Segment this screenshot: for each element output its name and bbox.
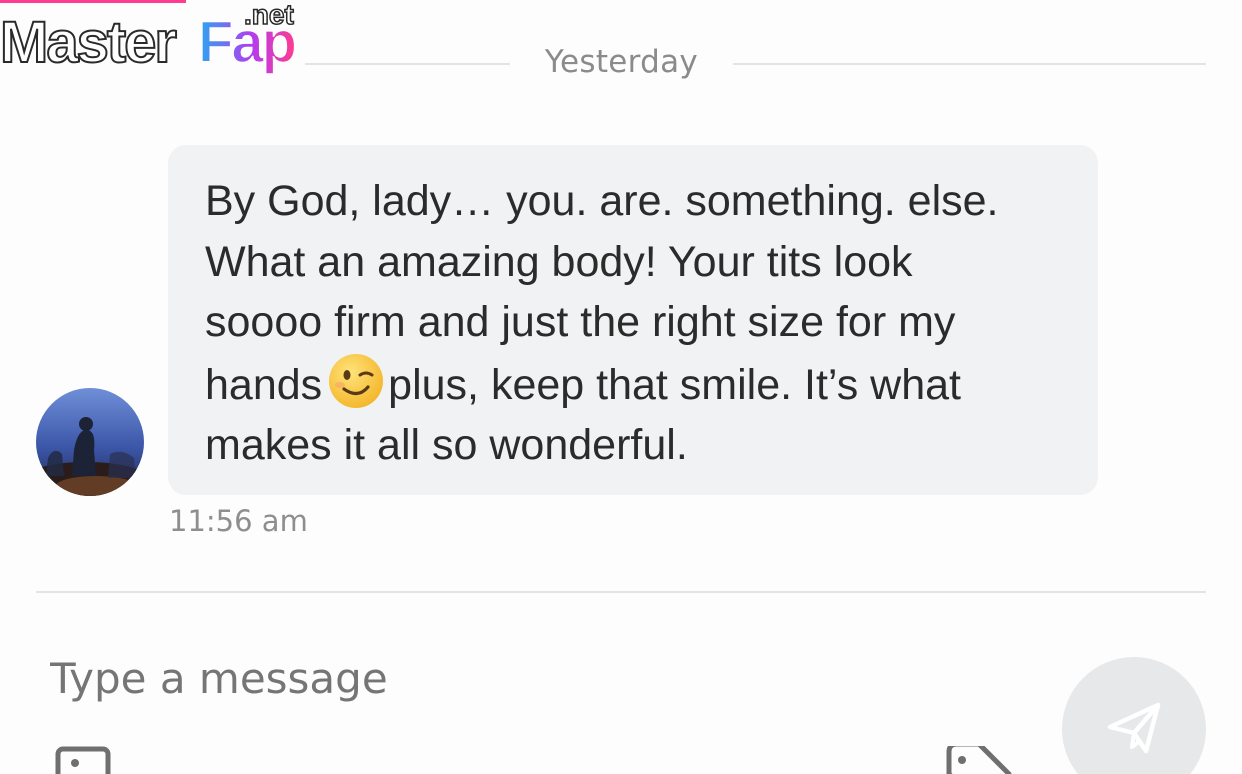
composer-divider: [36, 591, 1206, 593]
chat-screen: Master Fap .net Yesterday By God, lady… …: [0, 0, 1242, 774]
message-line: What an amazing body! Your tits look: [205, 237, 913, 286]
send-button[interactable]: [1062, 657, 1206, 774]
message-bubble[interactable]: By God, lady… you. are. something. else.…: [168, 145, 1098, 495]
image-icon[interactable]: [55, 746, 115, 774]
winking-face-icon: [328, 353, 384, 409]
date-divider: Yesterday: [305, 38, 1206, 88]
message-line: hands: [205, 360, 323, 409]
divider-line-right: [733, 63, 1206, 65]
message-line: soooo firm and just the right size for m…: [205, 298, 956, 346]
paper-plane-icon: [1107, 702, 1161, 754]
date-label: Yesterday: [544, 44, 699, 80]
watermark-logo: Master Fap .net: [0, 0, 310, 80]
message-input[interactable]: [48, 642, 952, 714]
message-line: By God, lady… you. are. something. else.: [205, 177, 999, 225]
message-text: By God, lady… you. are. something. else.…: [205, 171, 1062, 476]
watermark-logo-graphic: Master Fap .net: [0, 0, 298, 76]
message-line: makes it all so wonderful.: [205, 421, 688, 469]
svg-text:Master: Master: [0, 10, 176, 75]
divider-line-left: [305, 63, 510, 65]
svg-text:.net: .net: [244, 0, 294, 30]
avatar-photo: [36, 388, 144, 496]
price-tag-icon[interactable]: [945, 741, 1012, 774]
sender-avatar[interactable]: [36, 388, 144, 496]
watermark-accent-bar: [0, 0, 186, 3]
message-timestamp: 11:56 am: [169, 504, 308, 538]
message-line: plus, keep that smile. It’s what: [388, 360, 961, 409]
